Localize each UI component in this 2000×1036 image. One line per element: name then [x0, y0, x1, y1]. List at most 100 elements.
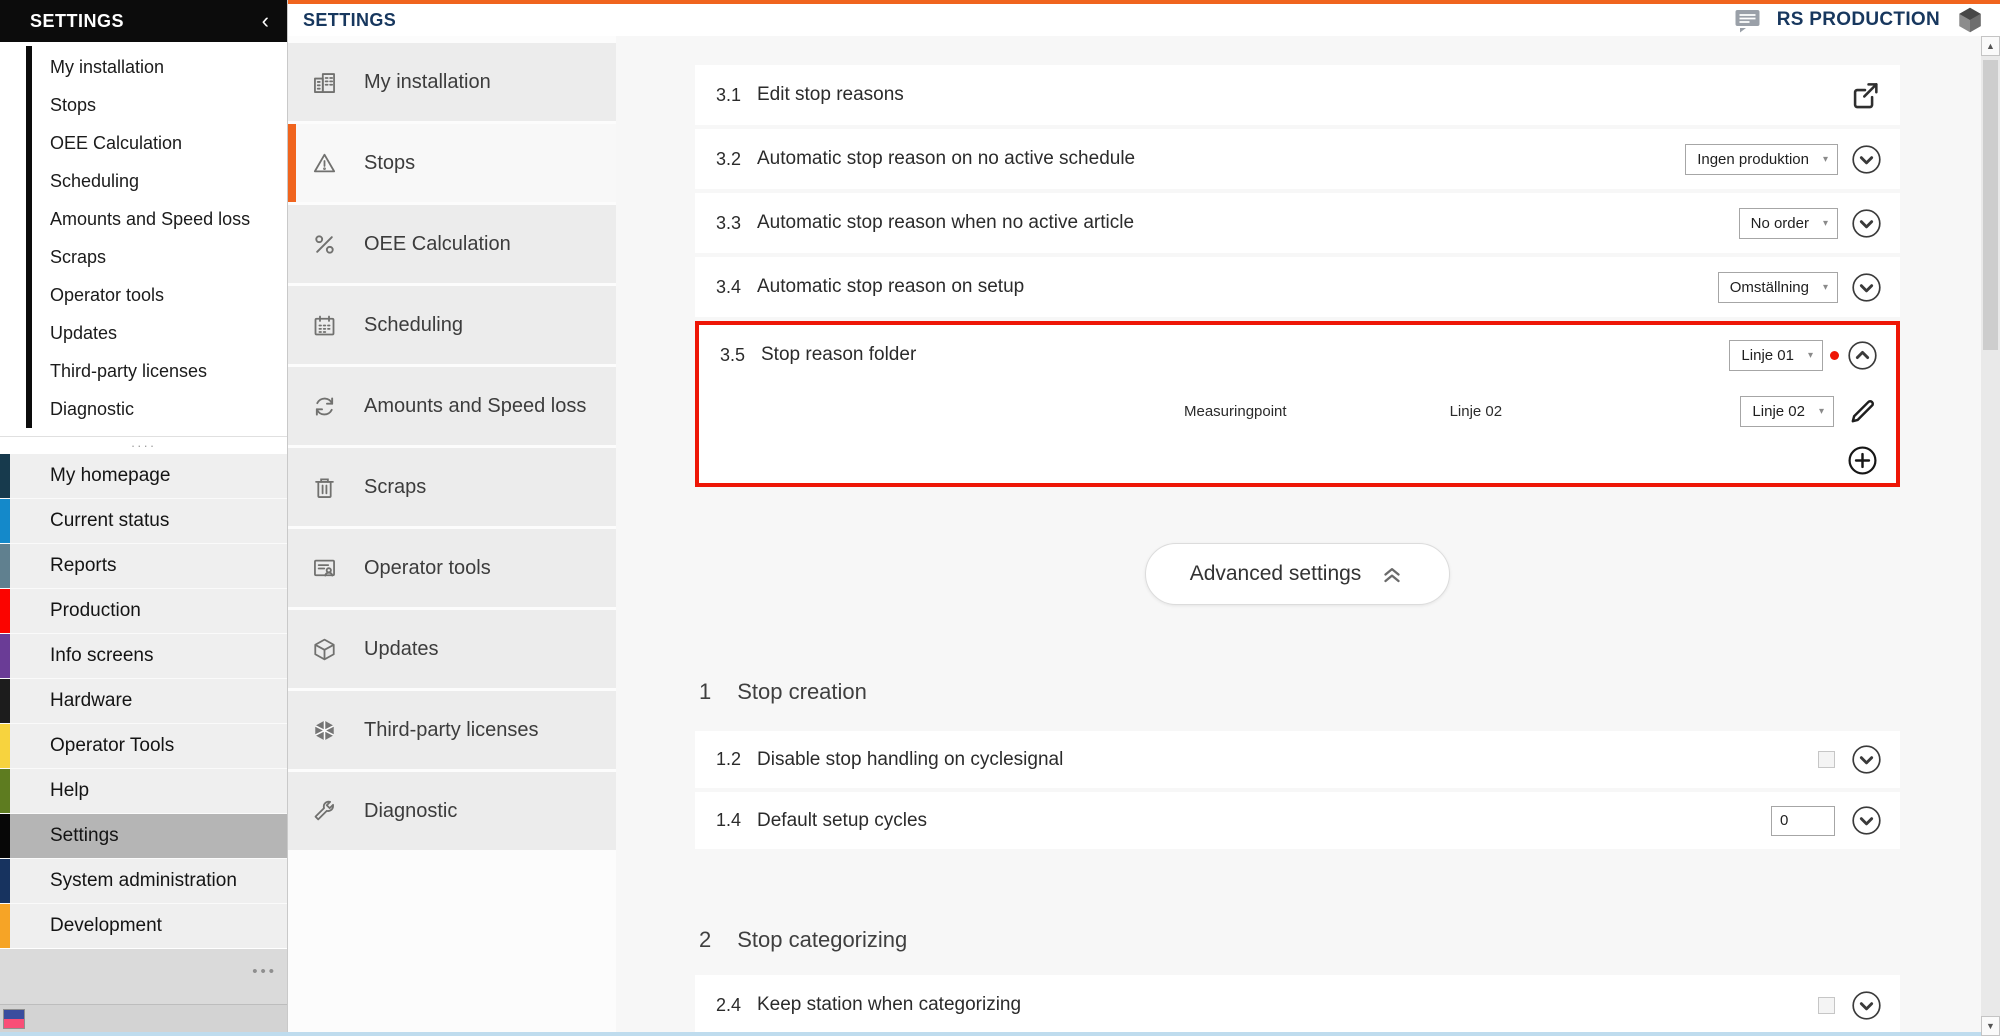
section-title: Stop creation	[737, 679, 867, 704]
nav-item-operator-tools[interactable]: Operator Tools	[0, 724, 287, 768]
sidebar-item-scheduling[interactable]: Scheduling	[0, 162, 287, 200]
nav-item-my-homepage[interactable]: My homepage	[0, 454, 287, 498]
module-item-oee-calculation[interactable]: OEE Calculation	[288, 205, 616, 283]
trash-icon	[310, 473, 338, 501]
collapse-row-button[interactable]	[1847, 340, 1878, 371]
stop-reason-dropdown[interactable]: Omställning ▾	[1717, 271, 1838, 303]
expand-row-button[interactable]	[1851, 208, 1882, 239]
sidebar-item-oee-calculation[interactable]: OEE Calculation	[0, 124, 287, 162]
setting-row-2-4: 2.4 Keep station when categorizing	[695, 975, 1900, 1035]
measuringpoint-column-header: Measuringpoint	[1184, 402, 1287, 420]
sidebar-item-operator-tools[interactable]: Operator tools	[0, 276, 287, 314]
sidebar-resize-handle[interactable]: ····	[0, 436, 287, 454]
default-setup-cycles-input[interactable]	[1771, 805, 1835, 836]
tree-connector-line	[26, 46, 32, 428]
sidebar-footer: •••	[0, 949, 287, 1004]
module-item-my-installation[interactable]: My installation	[288, 43, 616, 121]
module-item-scraps[interactable]: Scraps	[288, 448, 616, 526]
chat-icon[interactable]	[1734, 8, 1761, 33]
setting-number: 1.2	[716, 749, 742, 769]
setting-row-3-2: 3.2 Automatic stop reason on no active s…	[695, 129, 1900, 189]
building-icon	[310, 68, 338, 96]
main-navigation: My homepage Current status Reports Produ…	[0, 454, 287, 948]
edit-button[interactable]	[1847, 396, 1878, 427]
nav-item-current-status[interactable]: Current status	[0, 499, 287, 543]
refresh-icon	[310, 392, 338, 420]
package-icon	[310, 635, 338, 663]
add-row-container	[699, 437, 1896, 483]
stop-reason-dropdown[interactable]: No order ▾	[1738, 207, 1838, 239]
stop-reason-folder-dropdown[interactable]: Linje 01 ▾	[1729, 339, 1823, 371]
calendar-icon	[310, 311, 338, 339]
nav-color-stripe	[0, 634, 10, 678]
expand-row-button[interactable]	[1851, 805, 1882, 836]
settings-tree-sidebar: SETTINGS ‹ My installation Stops OEE Cal…	[0, 0, 288, 1036]
nav-color-stripe	[0, 454, 10, 498]
collapse-sidebar-icon[interactable]: ‹	[262, 10, 269, 32]
vertical-scrollbar[interactable]: ▲ ▼	[1981, 36, 2000, 1036]
module-item-scheduling[interactable]: Scheduling	[288, 286, 616, 364]
setting-label: Stop reason folder	[761, 344, 917, 365]
module-item-third-party-licenses[interactable]: Third-party licenses	[288, 691, 616, 769]
sidebar-item-my-installation[interactable]: My installation	[0, 48, 287, 86]
keep-station-checkbox[interactable]	[1818, 996, 1835, 1014]
measuringpoint-name: Linje 02	[1449, 402, 1503, 420]
nav-color-stripe	[0, 724, 10, 768]
section-number: 2	[699, 927, 712, 952]
scroll-down-button[interactable]: ▼	[1981, 1016, 2000, 1036]
sidebar-item-scraps[interactable]: Scraps	[0, 238, 287, 276]
setting-row-3-5: 3.5 Stop reason folder Linje 01 ▾	[699, 325, 1896, 385]
sidebar-item-stops[interactable]: Stops	[0, 86, 287, 124]
setting-row-1-4: 1.4 Default setup cycles	[695, 792, 1900, 849]
setting-number: 3.3	[716, 212, 742, 233]
open-external-button[interactable]	[1848, 78, 1882, 112]
chevron-down-icon: ▾	[1822, 153, 1828, 165]
module-item-amounts-speed-loss[interactable]: Amounts and Speed loss	[288, 367, 616, 445]
nav-overflow-button[interactable]: •••	[252, 963, 277, 980]
add-measuringpoint-button[interactable]	[1847, 445, 1878, 476]
unsaved-change-dot	[1830, 350, 1839, 360]
nav-color-stripe	[0, 589, 10, 633]
sidebar-item-amounts-speed-loss[interactable]: Amounts and Speed loss	[0, 200, 287, 238]
disable-stop-handling-checkbox[interactable]	[1818, 751, 1835, 768]
document-person-icon	[310, 554, 338, 582]
nav-item-development[interactable]: Development	[0, 904, 287, 948]
module-item-stops[interactable]: Stops	[288, 124, 616, 202]
sidebar-item-diagnostic[interactable]: Diagnostic	[0, 390, 287, 428]
scroll-up-button[interactable]: ▲	[1981, 36, 2000, 56]
section-number: 1	[699, 679, 712, 704]
nav-item-help[interactable]: Help	[0, 769, 287, 813]
advanced-settings-button[interactable]: Advanced settings	[1144, 543, 1451, 605]
stop-reason-dropdown[interactable]: Ingen produktion ▾	[1685, 143, 1838, 175]
module-item-diagnostic[interactable]: Diagnostic	[288, 772, 616, 850]
nav-item-settings[interactable]: Settings	[0, 814, 287, 858]
dropdown-value: No order	[1750, 214, 1809, 232]
sidebar-bottom-strip	[0, 1004, 287, 1032]
expand-row-button[interactable]	[1851, 272, 1882, 303]
module-item-operator-tools[interactable]: Operator tools	[288, 529, 616, 607]
sidebar-item-third-party-licenses[interactable]: Third-party licenses	[0, 352, 287, 390]
nav-item-info-screens[interactable]: Info screens	[0, 634, 287, 678]
section-stop-creation: 1 Stop creation	[695, 679, 1900, 705]
expand-row-button[interactable]	[1851, 990, 1882, 1021]
expand-row-button[interactable]	[1851, 744, 1882, 775]
nav-item-production[interactable]: Production	[0, 589, 287, 633]
setting-row-3-4: 3.4 Automatic stop reason on setup Omstä…	[695, 257, 1900, 317]
settings-content-area: 3.1 Edit stop reasons 3.2 Automatic stop…	[616, 36, 1981, 1036]
setting-label: Automatic stop reason on no active sched…	[757, 148, 1136, 169]
scrollbar-thumb[interactable]	[1983, 60, 1998, 350]
nav-color-stripe	[0, 814, 10, 858]
module-item-updates[interactable]: Updates	[288, 610, 616, 688]
expand-row-button[interactable]	[1851, 144, 1882, 175]
measuringpoint-detail-row: Measuringpoint Linje 02 Linje 02 ▾	[699, 385, 1896, 437]
sidebar-item-updates[interactable]: Updates	[0, 314, 287, 352]
chevron-down-icon: ▾	[1822, 281, 1828, 293]
language-flag-icon[interactable]	[3, 1008, 25, 1029]
nav-item-reports[interactable]: Reports	[0, 544, 287, 588]
nav-color-stripe	[0, 769, 10, 813]
measuringpoint-folder-dropdown[interactable]: Linje 02 ▾	[1740, 395, 1834, 427]
nav-item-hardware[interactable]: Hardware	[0, 679, 287, 723]
section-stop-categorizing: 2 Stop categorizing	[695, 927, 1900, 953]
setting-label: Default setup cycles	[757, 809, 928, 831]
nav-item-system-administration[interactable]: System administration	[0, 859, 287, 903]
